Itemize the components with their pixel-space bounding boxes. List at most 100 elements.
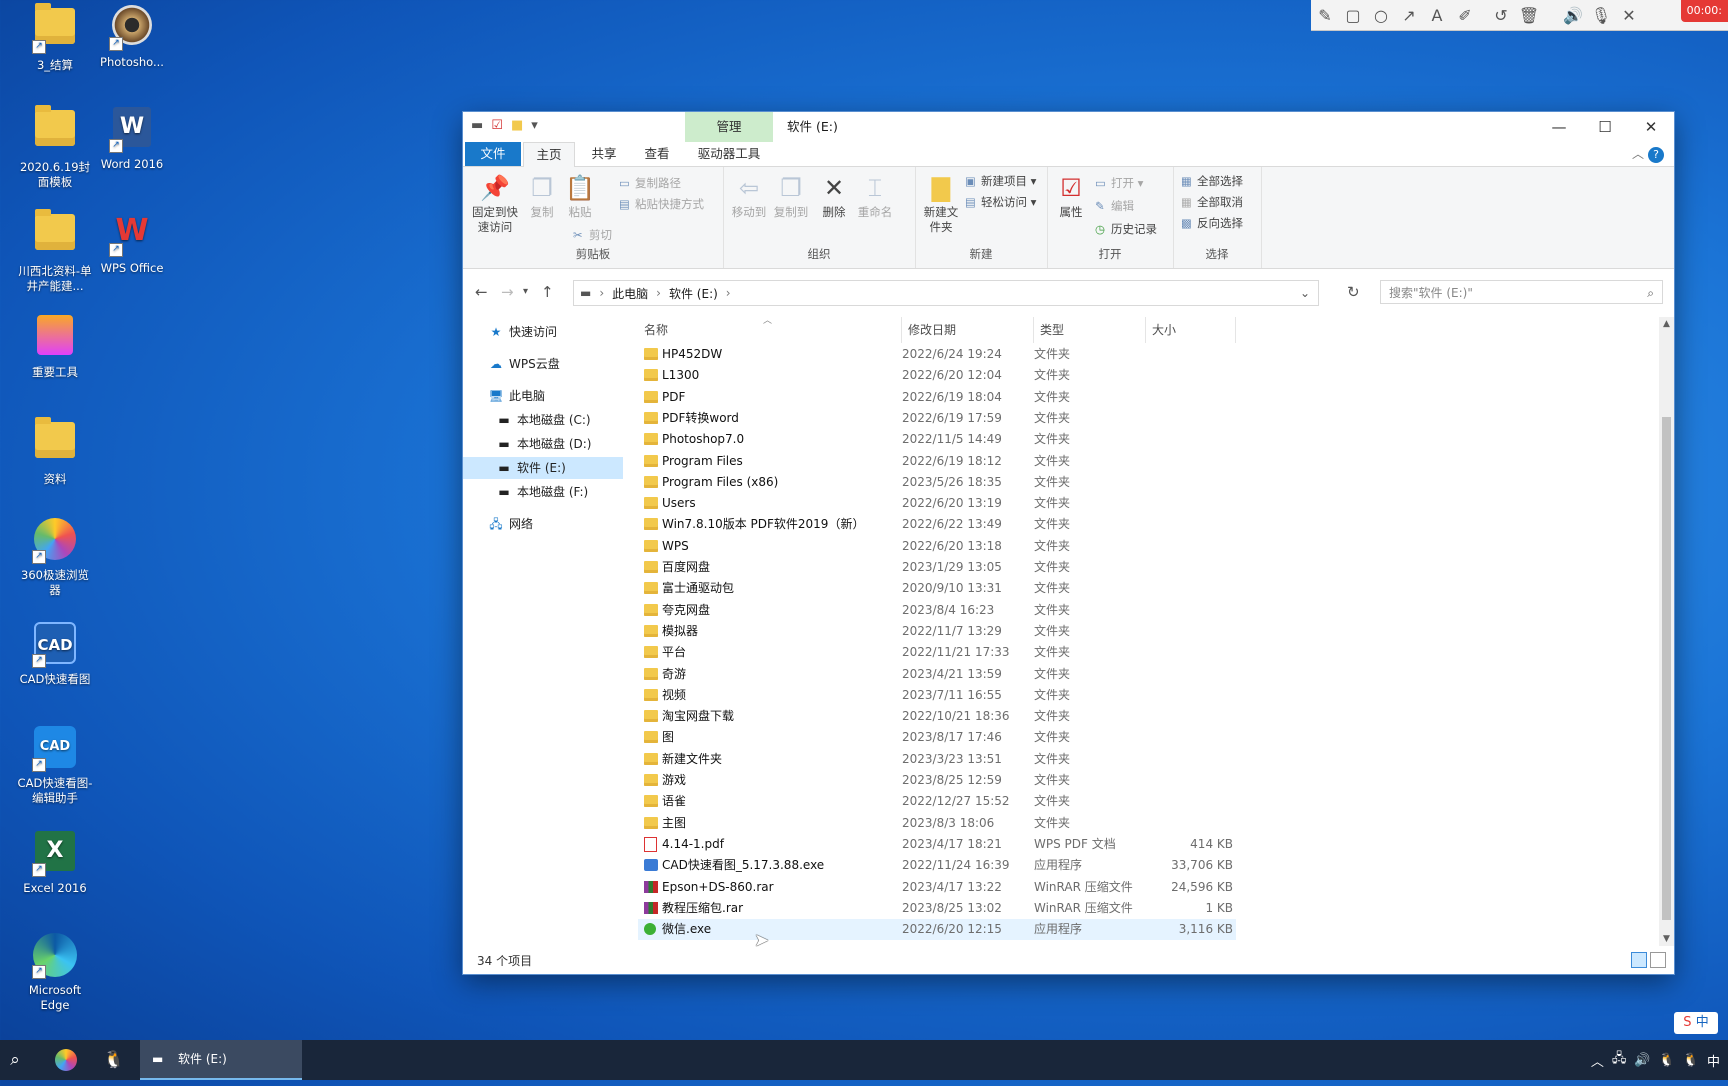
qq-tray-icon[interactable]: 🐧: [1683, 1053, 1699, 1068]
copy-to-button[interactable]: ❐ 复制到: [771, 171, 811, 220]
collapse-ribbon-icon[interactable]: ︿: [1632, 145, 1644, 162]
file-row[interactable]: PDF 2022/6/19 18:04 文件夹: [638, 387, 1236, 408]
recent-locations-icon[interactable]: ▾: [523, 286, 528, 297]
desktop-icon-folder[interactable]: 川西北资料-单井产能建...: [16, 208, 94, 294]
file-row[interactable]: 百度网盘 2023/1/29 13:05 文件夹: [638, 557, 1236, 578]
speaker-icon[interactable]: 🔊: [1559, 6, 1587, 25]
history-button[interactable]: ◷ 历史记录: [1095, 221, 1157, 237]
desktop-icon-excel[interactable]: X ↗ Excel 2016: [16, 828, 94, 896]
file-row[interactable]: 富士通驱动包 2020/9/10 13:31 文件夹: [638, 578, 1236, 599]
tab-view[interactable]: 查看: [632, 142, 682, 166]
network-tray-icon[interactable]: 🖧: [1612, 1049, 1627, 1071]
pencil-icon[interactable]: ✎: [1311, 6, 1339, 25]
customize-dropdown-icon[interactable]: ▾: [531, 118, 538, 133]
details-view-icon[interactable]: [1631, 952, 1647, 968]
file-row[interactable]: Program Files 2022/6/19 18:12 文件夹: [638, 451, 1236, 472]
file-row[interactable]: 视频 2023/7/11 16:55 文件夹: [638, 685, 1236, 706]
file-row[interactable]: 平台 2022/11/21 17:33 文件夹: [638, 642, 1236, 663]
scroll-up-icon[interactable]: ▲: [1659, 319, 1674, 329]
vertical-scrollbar[interactable]: ▲ ▼: [1659, 317, 1674, 946]
file-row[interactable]: 主图 2023/8/3 18:06 文件夹: [638, 813, 1236, 834]
cut-button[interactable]: ✂ 剪切: [573, 227, 612, 243]
desktop-icon-tools[interactable]: 重要工具: [16, 312, 94, 380]
move-to-button[interactable]: ⇦ 移动到: [729, 171, 769, 220]
arrow-icon[interactable]: ↗: [1395, 6, 1423, 25]
file-row[interactable]: PDF转换word 2022/6/19 17:59 文件夹: [638, 408, 1236, 429]
file-row[interactable]: 新建文件夹 2023/3/23 13:51 文件夹: [638, 749, 1236, 770]
desktop-icon-cad[interactable]: CAD ↗ CAD快速看图: [16, 620, 94, 687]
column-header-date[interactable]: 修改日期: [902, 317, 1034, 343]
file-row[interactable]: 微信.exe 2022/6/20 12:15 应用程序 3,116 KB: [638, 919, 1236, 941]
easy-access-dropdown[interactable]: ▤ 轻松访问 ▾: [965, 194, 1036, 210]
address-dropdown-icon[interactable]: ⌄: [1300, 286, 1310, 300]
nav-item-this-pc[interactable]: 🖥 此电脑: [463, 385, 623, 407]
large-icons-view-icon[interactable]: [1650, 952, 1666, 968]
browser-360-icon[interactable]: [48, 1040, 84, 1080]
delete-button[interactable]: ✕ 删除: [817, 171, 851, 220]
file-row[interactable]: Program Files (x86) 2023/5/26 18:35 文件夹: [638, 472, 1236, 493]
taskbar-explorer-button[interactable]: ▬ 软件 (E:): [140, 1040, 302, 1080]
desktop-icon-folder[interactable]: 2020.6.19封面模板: [16, 104, 94, 190]
breadcrumb-drive-e[interactable]: 软件 (E:): [669, 285, 718, 302]
qq-tray-icon[interactable]: 🐧: [1659, 1053, 1675, 1068]
paste-button[interactable]: 📋 粘贴: [563, 171, 597, 220]
scroll-down-icon[interactable]: ▼: [1659, 934, 1674, 944]
help-icon[interactable]: ?: [1648, 147, 1664, 163]
close-icon[interactable]: ✕: [1615, 6, 1643, 25]
properties-check-icon[interactable]: ☑: [491, 118, 503, 133]
undo-icon[interactable]: ↺: [1487, 6, 1515, 25]
scrollbar-thumb[interactable]: [1662, 417, 1671, 920]
ime-indicator[interactable]: 中: [1707, 1051, 1720, 1070]
desktop-icon-edge[interactable]: ↗ Microsoft Edge: [16, 932, 94, 1013]
nav-item-drive-f[interactable]: ▬ 本地磁盘 (F:): [463, 481, 623, 503]
tab-share[interactable]: 共享: [579, 142, 629, 166]
new-item-dropdown[interactable]: ▣ 新建项目 ▾: [965, 173, 1036, 189]
tab-file[interactable]: 文件: [465, 142, 521, 166]
nav-item-network[interactable]: 🖧 网络: [463, 513, 623, 535]
file-row[interactable]: Epson+DS-860.rar 2023/4/17 13:22 WinRAR 压缩…: [638, 877, 1236, 898]
circle-icon[interactable]: ○: [1367, 6, 1395, 25]
desktop-icon-360-browser[interactable]: ↗ 360极速浏览器: [16, 516, 94, 598]
file-row[interactable]: 图 2023/8/17 17:46 文件夹: [638, 727, 1236, 748]
file-row[interactable]: 奇游 2023/4/21 13:59 文件夹: [638, 664, 1236, 685]
paste-shortcut-button[interactable]: ▤ 粘贴快捷方式: [619, 196, 704, 212]
close-button[interactable]: ✕: [1628, 112, 1674, 142]
new-folder-button[interactable]: ▇ 新建文件夹: [921, 171, 961, 235]
file-row[interactable]: Win7.8.10版本 PDF软件2019（新） 2022/6/22 13:49 文…: [638, 514, 1236, 535]
microphone-icon[interactable]: 🎙: [1587, 6, 1615, 25]
ime-sogou-badge[interactable]: S 中: [1674, 1012, 1718, 1034]
highlighter-icon[interactable]: ✐: [1451, 6, 1479, 25]
file-row[interactable]: L1300 2022/6/20 12:04 文件夹: [638, 365, 1236, 386]
file-row[interactable]: Users 2022/6/20 13:19 文件夹: [638, 493, 1236, 514]
nav-item-drive-c[interactable]: ▬ 本地磁盘 (C:): [463, 409, 623, 431]
volume-icon[interactable]: 🔊: [1634, 1053, 1650, 1068]
rectangle-icon[interactable]: ▢: [1339, 6, 1367, 25]
desktop-icon-folder[interactable]: ↗ 3_结算: [16, 2, 94, 73]
desktop-icon-photoshop[interactable]: ↗ Photosho...: [93, 2, 171, 70]
back-arrow-icon[interactable]: ←: [475, 283, 488, 301]
forward-arrow-icon[interactable]: →: [501, 283, 514, 301]
search-input[interactable]: 搜索"软件 (E:)" ⌕: [1380, 280, 1663, 304]
select-all-button[interactable]: ▦ 全部选择: [1181, 173, 1243, 189]
trash-icon[interactable]: 🗑: [1515, 6, 1543, 25]
rename-button[interactable]: ⌶ 重命名: [853, 171, 897, 220]
tab-home[interactable]: 主页: [523, 142, 575, 167]
minimize-button[interactable]: —: [1536, 112, 1582, 142]
file-row[interactable]: 游戏 2023/8/25 12:59 文件夹: [638, 770, 1236, 791]
nav-item-drive-e[interactable]: ▬ 软件 (E:): [463, 457, 623, 479]
copy-button[interactable]: ❐ 复制: [525, 171, 559, 220]
pin-quick-access-button[interactable]: 📌 固定到快速访问: [469, 171, 521, 235]
desktop-icon-wps[interactable]: W ↗ WPS Office: [93, 208, 171, 276]
breadcrumb-this-pc[interactable]: 此电脑: [612, 285, 648, 302]
open-dropdown[interactable]: ▭ 打开 ▾: [1095, 175, 1143, 191]
column-header-type[interactable]: 类型: [1034, 317, 1146, 343]
new-folder-icon[interactable]: ■: [511, 118, 523, 133]
copy-path-button[interactable]: ▭ 复制路径: [619, 175, 681, 191]
search-icon[interactable]: ⌕: [0, 1040, 30, 1080]
show-hidden-icons-icon[interactable]: ︿: [1591, 1051, 1604, 1070]
file-row[interactable]: HP452DW 2022/6/24 19:24 文件夹: [638, 344, 1236, 365]
file-row[interactable]: 模拟器 2022/11/7 13:29 文件夹: [638, 621, 1236, 642]
tab-drive-tools[interactable]: 驱动器工具: [685, 142, 773, 166]
file-row[interactable]: 4.14-1.pdf 2023/4/17 18:21 WPS PDF 文档 414 K…: [638, 834, 1236, 855]
refresh-icon[interactable]: ↻: [1347, 283, 1360, 301]
